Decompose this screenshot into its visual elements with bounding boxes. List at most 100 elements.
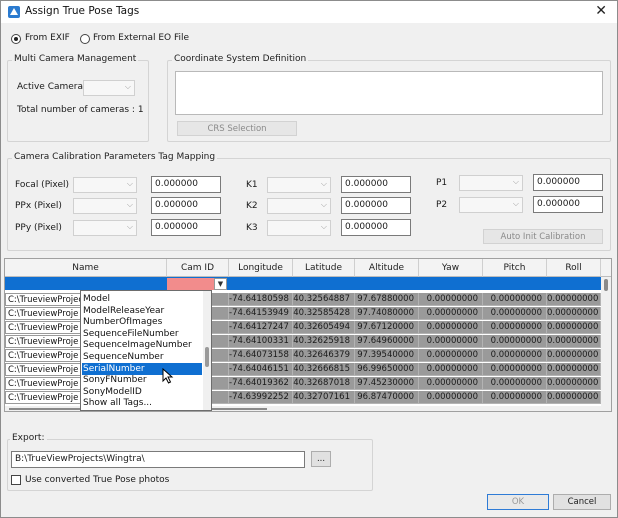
k1-value-field[interactable]: 0.000000 xyxy=(341,176,411,193)
cell-yaw[interactable]: 0.00000000 xyxy=(419,335,483,348)
focal-tag-combo[interactable]: ⌵ xyxy=(73,177,137,193)
cell-yaw[interactable]: 0.00000000 xyxy=(419,307,483,320)
k2-tag-combo[interactable]: ⌵ xyxy=(267,198,331,214)
from-eo-file-radio[interactable] xyxy=(80,34,90,44)
cell-longitude[interactable]: -74.63992252 xyxy=(229,391,293,404)
cell-altitude[interactable]: 96.87470000 xyxy=(355,391,419,404)
cell-pitch[interactable]: 0.00000000 xyxy=(483,293,547,306)
focal-value-field[interactable]: 0.000000 xyxy=(151,176,221,193)
cell-name[interactable]: C:\TrueviewProje xyxy=(5,391,81,404)
dropdown-item[interactable]: Show all Tags... xyxy=(82,397,202,409)
column-header-altitude[interactable]: Altitude xyxy=(355,259,419,277)
tag-dropdown-list[interactable]: Model ModelReleaseYear NumberOfImages Seque… xyxy=(80,290,212,411)
dropdown-item[interactable]: Model xyxy=(82,293,202,305)
cell-longitude[interactable]: -74.64100331 xyxy=(229,335,293,348)
p2-value-field[interactable]: 0.000000 xyxy=(533,196,603,213)
scroll-thumb[interactable] xyxy=(205,347,209,367)
cell-latitude[interactable]: 40.32585428 xyxy=(293,307,355,320)
cell-yaw[interactable]: 0.00000000 xyxy=(419,377,483,390)
auto-init-calibration-button[interactable]: Auto Init Calibration xyxy=(483,229,603,244)
cell-latitude[interactable]: 40.32707161 xyxy=(293,391,355,404)
p1-value-field[interactable]: 0.000000 xyxy=(533,174,603,191)
cell-pitch[interactable]: 0.00000000 xyxy=(483,391,547,404)
cell-longitude[interactable]: -74.64180598 xyxy=(229,293,293,306)
use-converted-checkbox[interactable] xyxy=(11,475,21,485)
column-header-name[interactable]: Name xyxy=(5,259,167,277)
p1-tag-combo[interactable]: ⌵ xyxy=(459,175,523,191)
dropdown-item[interactable]: SerialNumber xyxy=(82,362,202,375)
dropdown-item[interactable]: SequenceImageNumber xyxy=(82,339,202,351)
cell-roll[interactable]: 0.00000000 xyxy=(547,363,601,376)
cell-altitude[interactable]: 97.67880000 xyxy=(355,293,419,306)
dropdown-item[interactable]: SequenceNumber xyxy=(82,351,202,363)
dropdown-item[interactable]: SonyModelID xyxy=(82,386,202,398)
cell-name[interactable]: C:\TrueviewProje xyxy=(5,321,81,334)
column-header-roll[interactable]: Roll xyxy=(547,259,601,277)
cell-pitch[interactable]: 0.00000000 xyxy=(483,349,547,362)
k1-tag-combo[interactable]: ⌵ xyxy=(267,177,331,193)
cell-yaw[interactable]: 0.00000000 xyxy=(419,321,483,334)
cell-name[interactable]: C:\TrueviewProje xyxy=(5,377,81,390)
crs-definition-area[interactable] xyxy=(175,71,603,115)
cell-latitude[interactable]: 40.32564887 xyxy=(293,293,355,306)
p2-tag-combo[interactable]: ⌵ xyxy=(459,197,523,213)
cell-yaw[interactable]: 0.00000000 xyxy=(419,391,483,404)
cell-altitude[interactable]: 97.74080000 xyxy=(355,307,419,320)
cell-longitude[interactable]: -74.64019362 xyxy=(229,377,293,390)
selected-table-row[interactable] xyxy=(5,277,601,290)
active-camera-combo[interactable]: ⌵ xyxy=(83,80,135,96)
cell-latitude[interactable]: 40.32646379 xyxy=(293,349,355,362)
cell-altitude[interactable]: 96.99650000 xyxy=(355,363,419,376)
cell-name[interactable]: C:\TrueviewProje xyxy=(5,349,81,362)
dropdown-scrollbar[interactable] xyxy=(203,291,211,410)
cell-roll[interactable]: 0.00000000 xyxy=(547,293,601,306)
cell-pitch[interactable]: 0.00000000 xyxy=(483,377,547,390)
ppy-value-field[interactable]: 0.000000 xyxy=(151,219,221,236)
cell-name[interactable]: C:\TrueviewProje xyxy=(5,307,81,320)
k3-tag-combo[interactable]: ⌵ xyxy=(267,220,331,236)
cell-pitch[interactable]: 0.00000000 xyxy=(483,363,547,376)
column-header-pitch[interactable]: Pitch xyxy=(483,259,547,277)
scroll-thumb[interactable] xyxy=(604,279,608,291)
column-header-latitude[interactable]: Latitude xyxy=(293,259,355,277)
dropdown-item[interactable]: SonyFNumber xyxy=(82,374,202,386)
column-header-longitude[interactable]: Longitude xyxy=(229,259,293,277)
cell-roll[interactable]: 0.00000000 xyxy=(547,349,601,362)
from-exif-radio[interactable] xyxy=(11,34,21,44)
column-header-cam-id[interactable]: Cam ID xyxy=(167,259,229,277)
cell-pitch[interactable]: 0.00000000 xyxy=(483,335,547,348)
cell-yaw[interactable]: 0.00000000 xyxy=(419,349,483,362)
cam-id-editor[interactable]: ▼ xyxy=(167,278,227,290)
cell-roll[interactable]: 0.00000000 xyxy=(547,307,601,320)
cell-yaw[interactable]: 0.00000000 xyxy=(419,293,483,306)
cell-latitude[interactable]: 40.32625918 xyxy=(293,335,355,348)
cell-roll[interactable]: 0.00000000 xyxy=(547,377,601,390)
ppy-tag-combo[interactable]: ⌵ xyxy=(73,220,137,236)
chevron-down-icon[interactable]: ▼ xyxy=(214,278,227,290)
cell-pitch[interactable]: 0.00000000 xyxy=(483,321,547,334)
cell-latitude[interactable]: 40.32666815 xyxy=(293,363,355,376)
browse-button[interactable]: ... xyxy=(311,451,331,467)
cell-altitude[interactable]: 97.67120000 xyxy=(355,321,419,334)
cell-roll[interactable]: 0.00000000 xyxy=(547,335,601,348)
cell-latitude[interactable]: 40.32605494 xyxy=(293,321,355,334)
dropdown-item[interactable]: SequenceFileNumber xyxy=(82,328,202,340)
dropdown-item[interactable]: NumberOfImages xyxy=(82,316,202,328)
cell-altitude[interactable]: 97.45230000 xyxy=(355,377,419,390)
cell-name[interactable]: C:\TrueviewProje xyxy=(5,363,81,376)
cell-latitude[interactable]: 40.32687018 xyxy=(293,377,355,390)
cell-altitude[interactable]: 97.39540000 xyxy=(355,349,419,362)
cell-longitude[interactable]: -74.64127247 xyxy=(229,321,293,334)
cell-longitude[interactable]: -74.64073158 xyxy=(229,349,293,362)
export-path-field[interactable]: B:\TrueViewProjects\Wingtra\ xyxy=(11,451,305,468)
cell-name[interactable]: C:\TrueviewProjects xyxy=(5,293,81,306)
cell-roll[interactable]: 0.00000000 xyxy=(547,321,601,334)
ppx-tag-combo[interactable]: ⌵ xyxy=(73,198,137,214)
close-icon[interactable]: ✕ xyxy=(595,3,607,19)
cell-name[interactable]: C:\TrueviewProje xyxy=(5,335,81,348)
cell-longitude[interactable]: -74.64153949 xyxy=(229,307,293,320)
dropdown-item[interactable]: ModelReleaseYear xyxy=(82,305,202,317)
k2-value-field[interactable]: 0.000000 xyxy=(341,197,411,214)
ok-button[interactable]: OK xyxy=(487,494,549,510)
cell-roll[interactable]: 0.00000000 xyxy=(547,391,601,404)
